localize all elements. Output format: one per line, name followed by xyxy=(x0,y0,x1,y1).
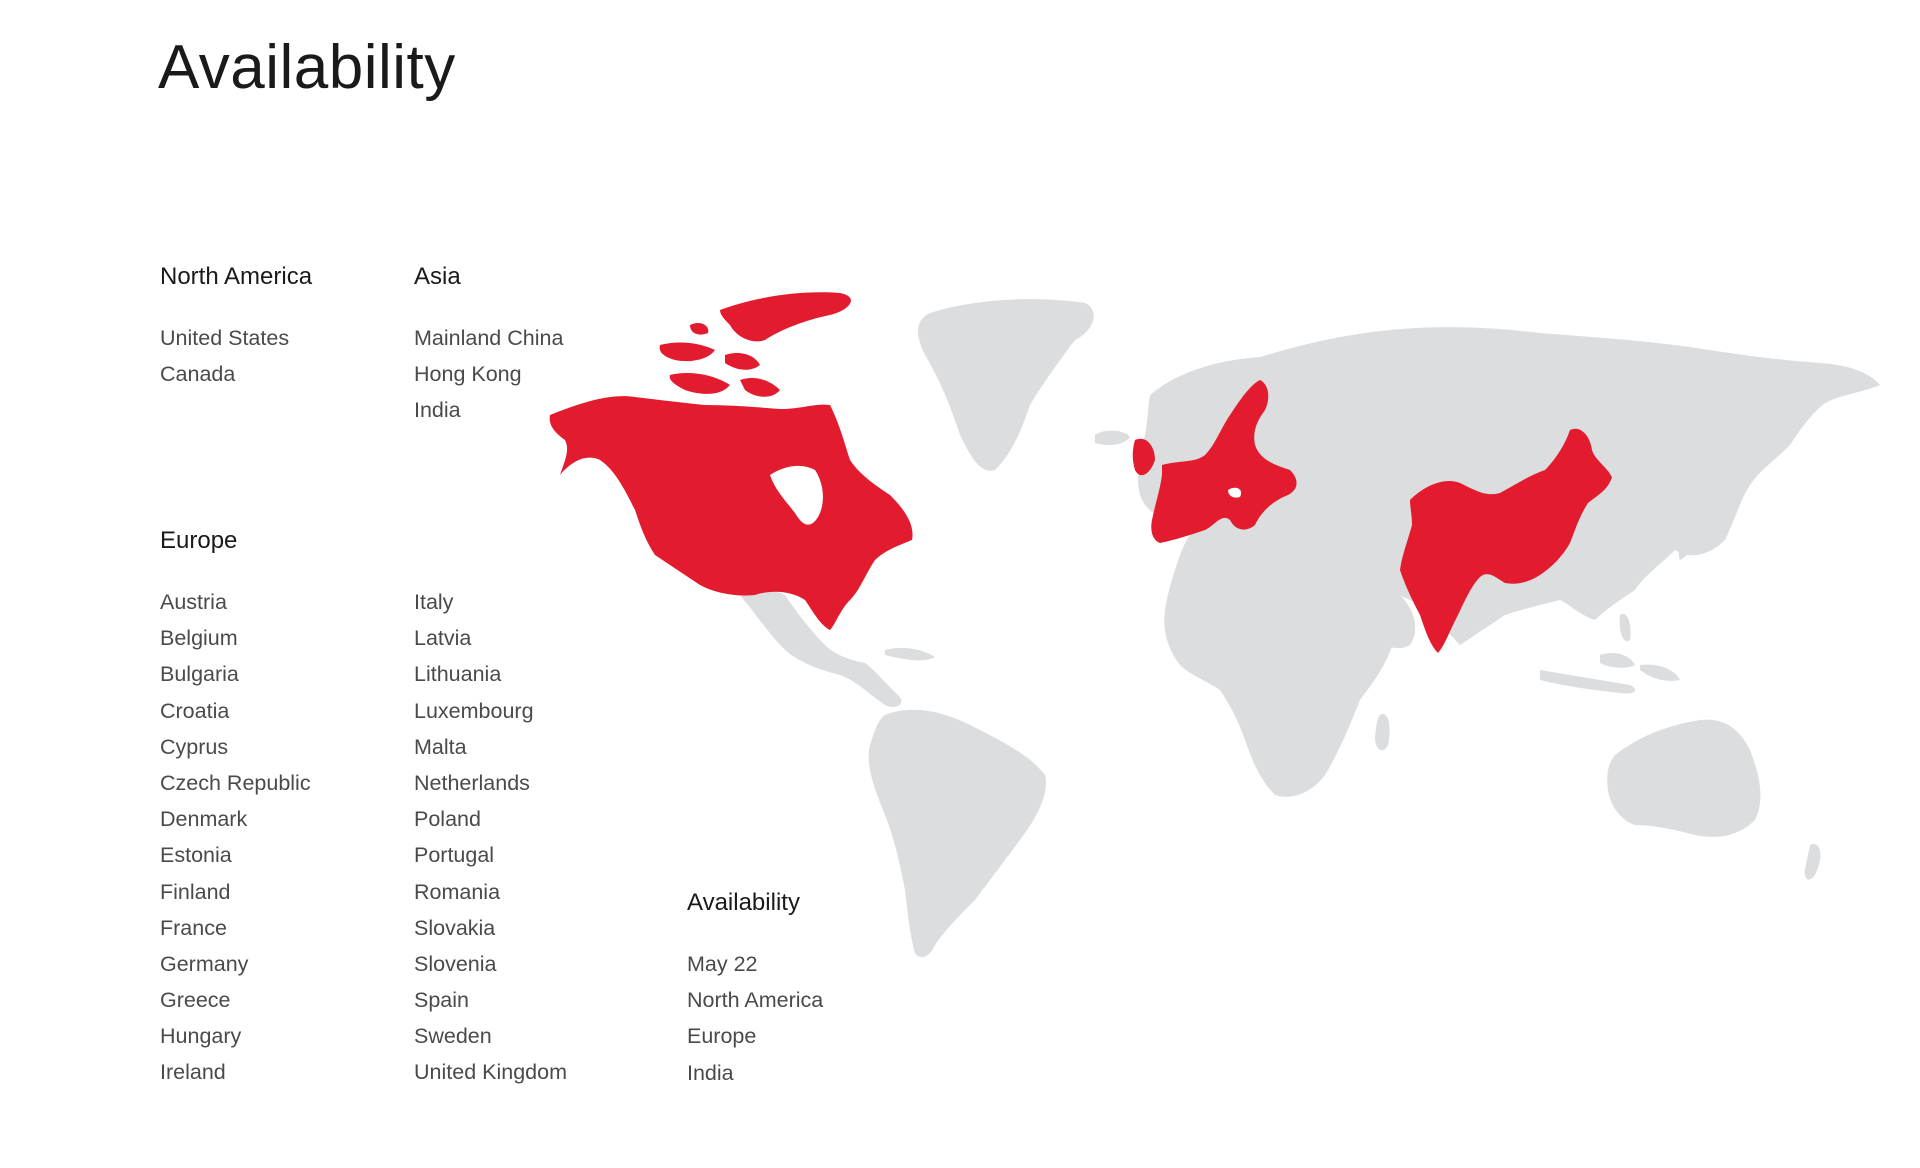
country-item: Spain xyxy=(414,988,469,1013)
map-land-philippines xyxy=(1619,614,1631,642)
country-item: Czech Republic xyxy=(160,770,311,795)
country-item: Estonia xyxy=(160,843,232,868)
map-land-new-zealand xyxy=(1804,844,1821,880)
asia-heading: Asia xyxy=(414,263,461,290)
availability-item: North America xyxy=(687,988,824,1013)
country-item: Belgium xyxy=(160,626,238,651)
country-item: Germany xyxy=(160,951,249,976)
country-item: Bulgaria xyxy=(160,662,239,687)
country-item: Sweden xyxy=(414,1024,492,1049)
map-land-caribbean xyxy=(885,647,935,661)
country-item: Austria xyxy=(160,590,227,614)
country-item: United States xyxy=(160,326,290,350)
north-america-heading: North America xyxy=(160,263,313,290)
country-item: Cyprus xyxy=(160,734,229,759)
map-highlight-greenland-islands xyxy=(720,292,851,342)
country-item: Croatia xyxy=(160,698,230,723)
map-land-indonesia xyxy=(1540,653,1680,694)
country-item: Denmark xyxy=(160,807,248,832)
country-item: Canada xyxy=(160,362,236,387)
europe-list-column-1: Austria Belgium Bulgaria Croatia Cyprus Czech… xyxy=(160,584,311,1091)
country-item: France xyxy=(160,915,227,940)
availability-item: India xyxy=(687,1060,734,1085)
world-map xyxy=(549,292,1880,958)
country-item: Finland xyxy=(160,879,231,904)
map-highlight-north-america xyxy=(549,396,913,630)
page-title: Availability xyxy=(158,33,456,102)
country-item: Ireland xyxy=(160,1060,226,1085)
map-land-south-america xyxy=(868,709,1046,958)
map-land-australia xyxy=(1607,719,1761,837)
map-land-greenland xyxy=(918,299,1094,471)
country-item: Greece xyxy=(160,988,231,1013)
country-item: United Kingdom xyxy=(414,1060,567,1085)
country-item: Hungary xyxy=(160,1024,242,1049)
map-land-iceland xyxy=(1095,430,1130,445)
north-america-list: United States Canada xyxy=(160,320,289,392)
availability-item: Europe xyxy=(687,1024,757,1049)
europe-heading: Europe xyxy=(160,527,238,554)
map-land-madagascar xyxy=(1375,714,1390,751)
